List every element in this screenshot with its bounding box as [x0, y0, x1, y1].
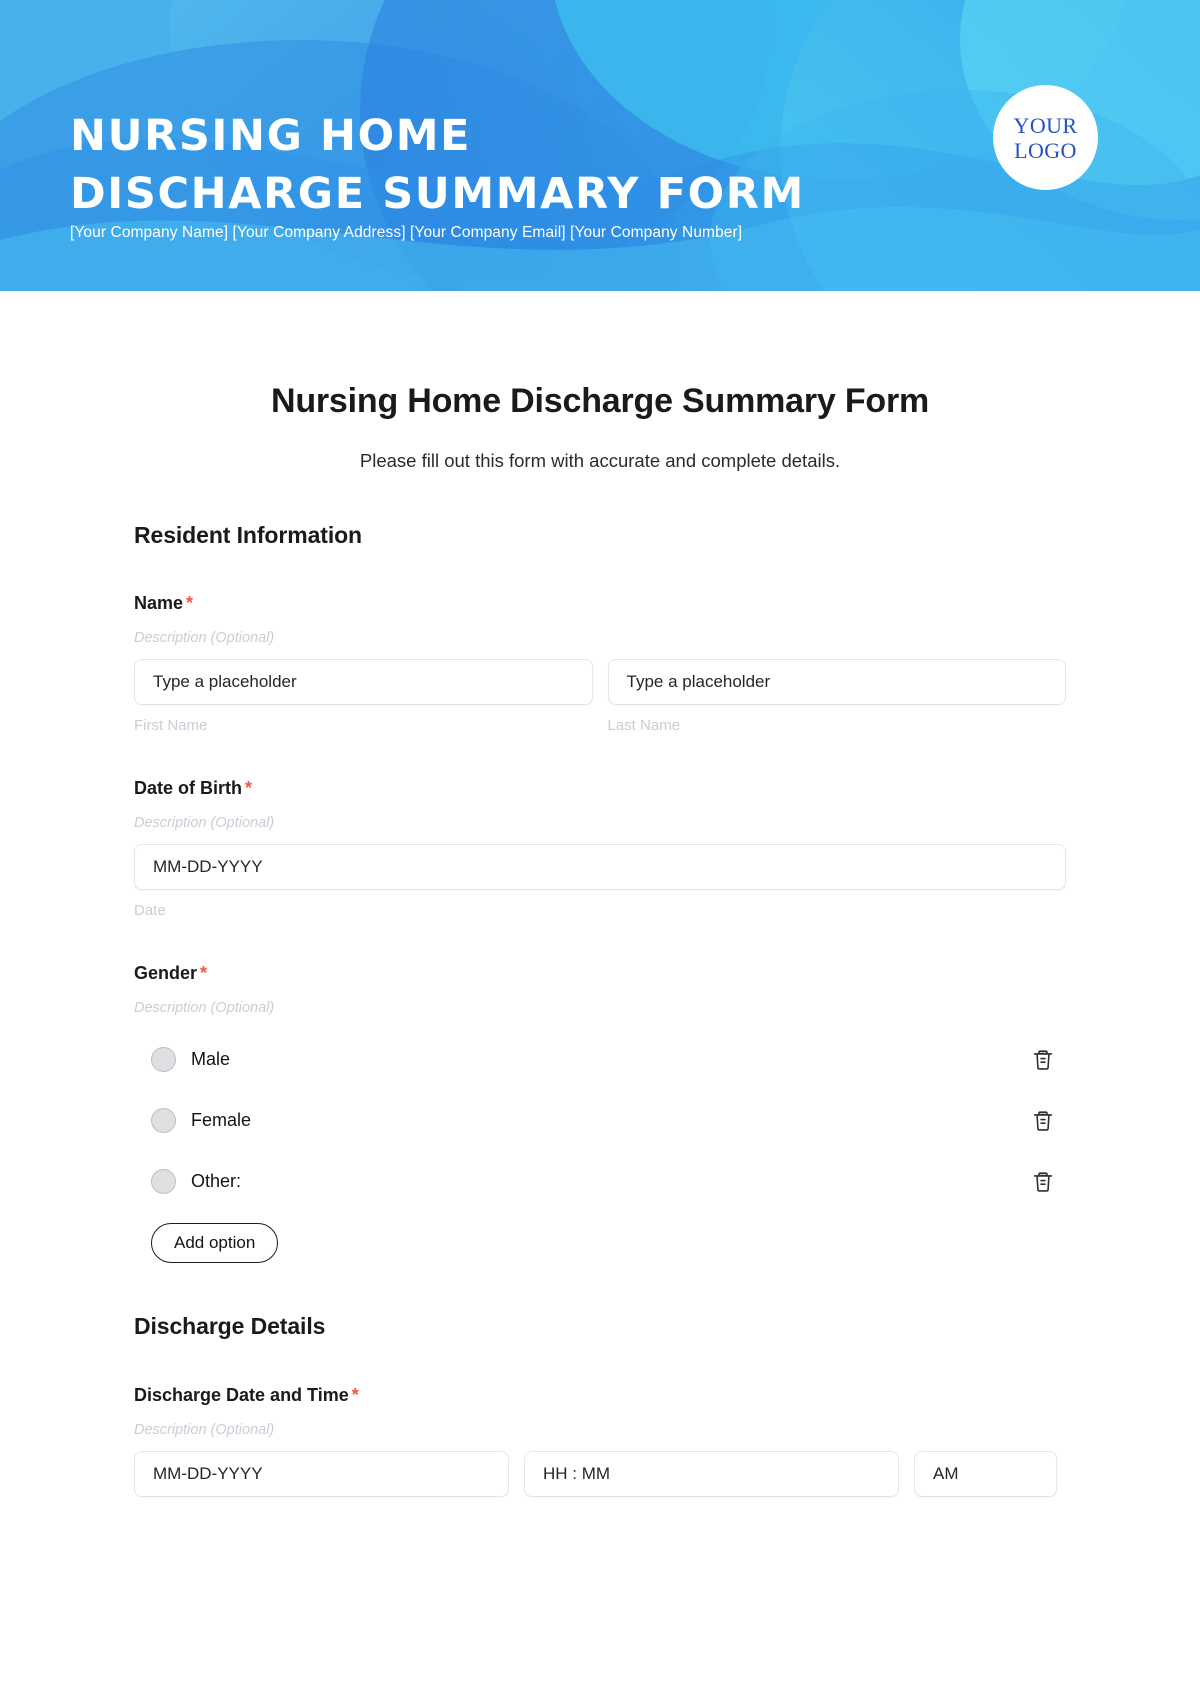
company-info-line: [Your Company Name] [Your Company Addres…: [70, 224, 743, 241]
dob-sublabel-row: Date: [134, 890, 1066, 919]
date-of-birth-input[interactable]: MM-DD-YYYY: [134, 844, 1066, 890]
field-label-gender: Gender *: [134, 963, 1066, 984]
radio-icon[interactable]: [151, 1169, 176, 1194]
name-input-row: Type a placeholder Type a placeholder: [134, 646, 1066, 705]
field-description-name: Description (Optional): [134, 630, 275, 646]
date-of-birth-sublabel: Date: [134, 902, 166, 919]
field-name: Name * Description (Optional) Type a plac…: [134, 549, 1066, 734]
gender-option-row[interactable]: Other:: [134, 1159, 1066, 1204]
field-label-discharge-date-and-time: Discharge Date and Time *: [134, 1385, 1066, 1406]
banner-title: Nursing Home Discharge Summary Form: [70, 107, 900, 223]
last-name-sublabel: Last Name: [607, 717, 681, 734]
name-sublabel-row: First Name Last Name: [134, 705, 1066, 734]
field-label-name-text: Name: [134, 593, 184, 613]
logo-line2: LOGO: [1014, 137, 1077, 163]
field-label-date-of-birth: Date of Birth *: [134, 778, 1066, 799]
field-description-date-of-birth: Description (Optional): [134, 815, 275, 831]
trash-icon[interactable]: [1028, 1045, 1058, 1075]
page-subtitle: Please fill out this form with accurate …: [359, 450, 841, 471]
field-label-discharge-date-and-time-text: Discharge Date and Time: [134, 1385, 349, 1405]
gender-options-list: Male Female Other: Add option: [134, 1016, 1066, 1263]
form-sheet: Nursing Home Discharge Summary Form Plea…: [0, 291, 1200, 1497]
first-name-sublabel: First Name: [134, 717, 208, 734]
gender-option-label: Other:: [191, 1171, 242, 1191]
first-name-input[interactable]: Type a placeholder: [134, 659, 593, 705]
add-option-button[interactable]: Add option: [151, 1223, 279, 1263]
section-heading-discharge-details: Discharge Details: [134, 1313, 326, 1339]
field-label-gender-text: Gender: [134, 963, 198, 983]
discharge-datetime-input-row: MM-DD-YYYY HH : MM AM: [134, 1438, 1066, 1497]
radio-icon[interactable]: [151, 1047, 176, 1072]
field-description-discharge-date-and-time: Description (Optional): [134, 1422, 275, 1438]
field-description-gender: Description (Optional): [134, 1000, 275, 1016]
gender-option-row[interactable]: Female: [134, 1098, 1066, 1143]
page-title: Nursing Home Discharge Summary Form: [270, 382, 930, 420]
field-discharge-date-and-time: Discharge Date and Time * Description (Op…: [134, 1340, 1066, 1497]
field-label-date-of-birth-text: Date of Birth: [134, 778, 242, 798]
required-asterisk: *: [245, 778, 253, 798]
banner-title-line2: Discharge Summary Form: [70, 168, 805, 219]
gender-option-label: Female: [191, 1110, 252, 1130]
required-asterisk: *: [186, 593, 194, 613]
discharge-meridiem-select[interactable]: AM: [914, 1451, 1057, 1497]
field-label-name: Name *: [134, 593, 1066, 614]
discharge-time-input[interactable]: HH : MM: [524, 1451, 899, 1497]
trash-icon[interactable]: [1028, 1106, 1058, 1136]
required-asterisk: *: [200, 963, 208, 983]
required-asterisk: *: [351, 1385, 359, 1405]
gender-option-label: Male: [191, 1049, 231, 1069]
field-date-of-birth: Date of Birth * Description (Optional) MM…: [134, 734, 1066, 919]
discharge-date-input[interactable]: MM-DD-YYYY: [134, 1451, 509, 1497]
logo-line1: YOUR: [1013, 112, 1078, 138]
dob-input-row: MM-DD-YYYY: [134, 831, 1066, 890]
company-logo: YOUR LOGO: [993, 85, 1098, 190]
trash-icon[interactable]: [1028, 1167, 1058, 1197]
last-name-input[interactable]: Type a placeholder: [607, 659, 1066, 705]
page-banner: Nursing Home Discharge Summary Form [You…: [0, 0, 1200, 291]
banner-title-line1: Nursing Home: [70, 110, 472, 161]
radio-icon[interactable]: [151, 1108, 176, 1133]
gender-option-row[interactable]: Male: [134, 1037, 1066, 1082]
field-gender: Gender * Description (Optional) Male Fem…: [134, 919, 1066, 1263]
section-heading-resident-information: Resident Information: [134, 522, 363, 548]
